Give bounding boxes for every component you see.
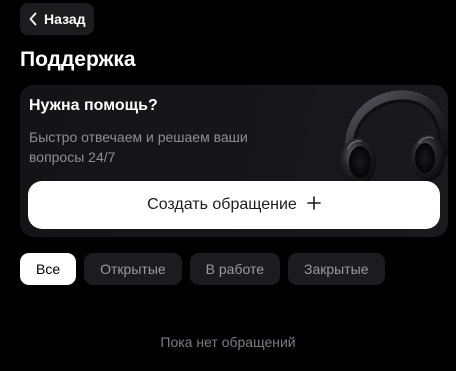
- help-card-title: Нужна помощь?: [29, 97, 158, 114]
- back-button[interactable]: Назад: [20, 3, 94, 35]
- filter-tab-all[interactable]: Все: [20, 253, 77, 285]
- status-filter-tabs: Все Открытые В работе Закрытые: [20, 253, 385, 285]
- help-card-subtitle: Быстро отвечаем и решаем ваши вопросы 24…: [29, 129, 248, 165]
- empty-state-text: Пока нет обращений: [160, 334, 296, 350]
- back-label: Назад: [44, 11, 86, 27]
- filter-tab-open[interactable]: Открытые: [84, 253, 182, 285]
- filter-tab-closed[interactable]: Закрытые: [288, 253, 385, 285]
- chevron-left-icon: [28, 12, 38, 26]
- help-card: Нужна помощь? Быстро отвечаем и решаем в…: [20, 85, 448, 237]
- plus-icon: [307, 195, 321, 215]
- create-ticket-label: Создать обращение: [147, 196, 297, 213]
- create-ticket-button[interactable]: Создать обращение: [28, 181, 440, 229]
- filter-tab-in-progress[interactable]: В работе: [189, 253, 281, 285]
- page-title: Поддержка: [20, 48, 136, 71]
- headphones-icon: [330, 87, 448, 192]
